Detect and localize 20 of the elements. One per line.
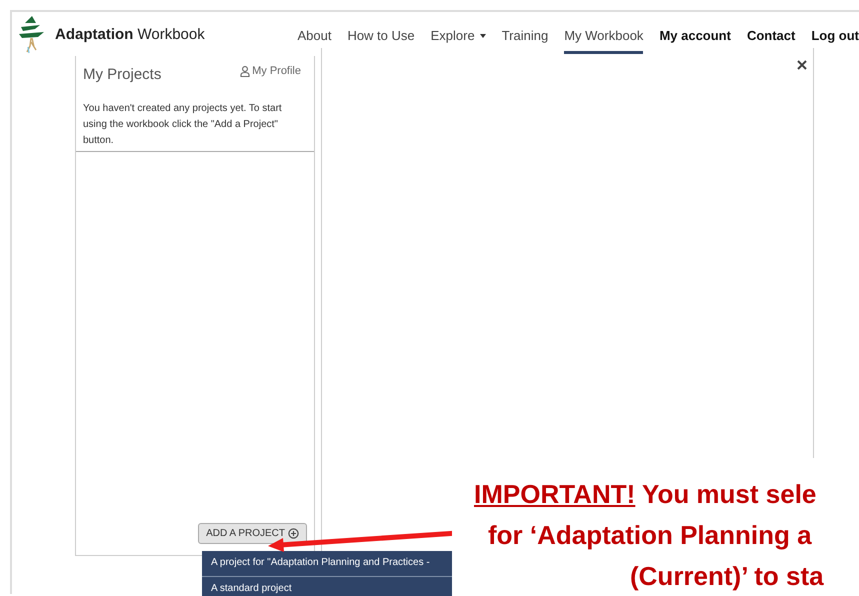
close-icon[interactable] [797, 60, 807, 70]
nav-link[interactable]: How to Use [347, 20, 415, 54]
nav-link[interactable]: My account [659, 20, 731, 54]
nav-link[interactable]: My Workbook [564, 20, 644, 54]
profile-link[interactable]: My Profile [240, 64, 301, 78]
annotation-text: IMPORTANT! You must sele [474, 478, 816, 511]
annotation-text: for ‘Adaptation Planning a [488, 519, 812, 552]
person-icon [240, 66, 250, 76]
tree-logo-icon [18, 14, 46, 54]
nav-link[interactable]: Explore [430, 20, 486, 54]
nav-link[interactable]: Contact [746, 20, 796, 54]
nav-link[interactable]: Training [502, 20, 548, 54]
empty-message: You haven't created any projects yet. To start using the workbook click the "Add a Project" button. [76, 101, 314, 152]
site-title[interactable]: Adaptation Workbook [55, 26, 205, 42]
nav-link[interactable]: About [297, 20, 332, 54]
add-circle-icon [288, 528, 299, 539]
panel-title: My Projects [83, 66, 162, 83]
annotation-text: (Current)’ to sta [630, 560, 824, 593]
nav-link[interactable]: Log out [811, 20, 859, 54]
add-project-button[interactable]: ADD A PROJECT [198, 523, 307, 544]
